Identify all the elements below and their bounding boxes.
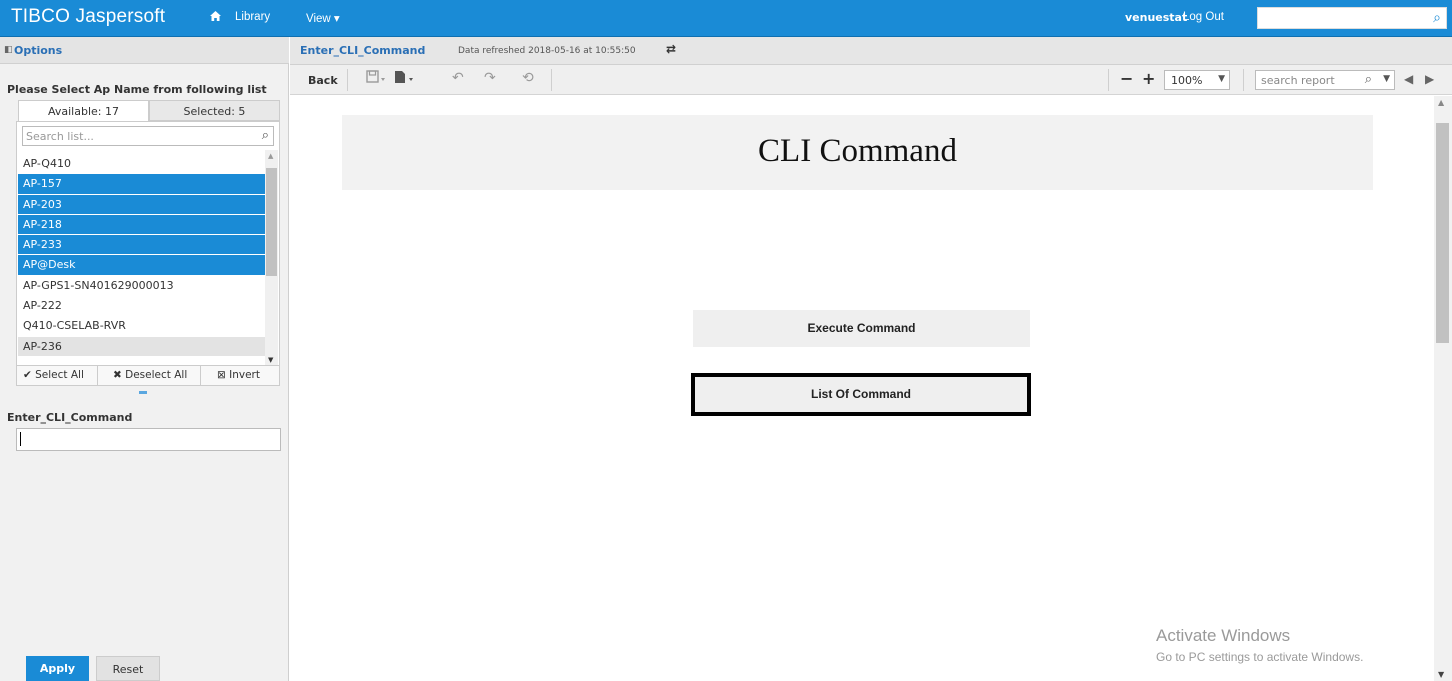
cli-command-label: Enter_CLI_Command: [7, 411, 133, 424]
zoom-select[interactable]: 100% ▼: [1164, 70, 1230, 90]
resize-grip[interactable]: [139, 391, 147, 394]
list-item[interactable]: AP-218: [18, 214, 265, 236]
search-icon[interactable]: ⌕: [1433, 10, 1441, 26]
redo-icon[interactable]: ↷: [484, 70, 496, 86]
list-item[interactable]: AP-236: [18, 336, 265, 357]
watermark-title: Activate Windows: [1156, 626, 1291, 645]
multi-select-list: Search list... ⌕ AP-Q410 AP-157 AP-203 AP-2…: [16, 121, 280, 367]
jaspersoft-logo[interactable]: TIBCO Jaspersoft: [11, 6, 165, 28]
input-control-label: Please Select Ap Name from following lis…: [7, 83, 267, 96]
data-refreshed-text: Data refreshed 2018-05-16 at 10:55:50: [458, 46, 636, 56]
chevron-down-icon[interactable]: ▼: [1218, 74, 1225, 84]
divider: [200, 366, 201, 385]
zoom-in-icon[interactable]: +: [1142, 69, 1155, 88]
invert-button[interactable]: ⊠ Invert: [217, 369, 260, 381]
report-name: Enter_CLI_Command: [300, 44, 426, 57]
report-title-bar: Enter_CLI_Command Data refreshed 2018-05…: [290, 37, 1452, 65]
list-tabs: Available: 17 Selected: 5: [18, 100, 280, 121]
cli-command-input[interactable]: [16, 428, 281, 451]
scroll-up-icon[interactable]: ▲: [268, 152, 273, 160]
divider: [1108, 69, 1109, 91]
global-search-input[interactable]: ⌕: [1257, 7, 1447, 29]
refresh-icon[interactable]: ⇄: [666, 42, 676, 56]
list-item[interactable]: AP-Q410: [18, 154, 265, 175]
divider: [551, 69, 552, 91]
report-search-placeholder: search report: [1261, 74, 1335, 87]
logout-link[interactable]: Log Out: [1183, 11, 1224, 23]
scrollbar-thumb[interactable]: [1436, 123, 1449, 343]
next-result-icon[interactable]: ▶: [1425, 72, 1434, 86]
report-scrollbar[interactable]: ▲ ▼: [1434, 96, 1452, 681]
collapse-icon[interactable]: ◧: [4, 45, 13, 55]
back-button[interactable]: Back: [308, 74, 338, 87]
undo-icon[interactable]: ↶: [452, 70, 464, 86]
tab-available[interactable]: Available: 17: [18, 100, 149, 121]
scroll-down-icon[interactable]: ▼: [268, 356, 273, 364]
options-footer: Apply Reset: [0, 652, 289, 681]
scroll-down-icon[interactable]: ▼: [1438, 670, 1444, 679]
apply-button[interactable]: Apply: [26, 656, 89, 681]
reset-button[interactable]: Reset: [96, 656, 160, 681]
library-link[interactable]: Library: [235, 11, 270, 23]
top-navigation-bar: TIBCO Jaspersoft Library View ▾ venuesta…: [0, 0, 1452, 37]
report-search-input[interactable]: search report ⌕ ▼: [1255, 70, 1395, 90]
export-icon[interactable]: [394, 70, 418, 88]
activate-windows-watermark: Activate Windows Go to PC settings to ac…: [1156, 626, 1363, 664]
options-panel: ◧ Options Please Select Ap Name from fol…: [0, 37, 289, 681]
list-item[interactable]: AP@Desk: [18, 255, 265, 276]
report-heading: CLI Command: [342, 115, 1373, 190]
report-canvas: CLI Command Execute Command List Of Comm…: [290, 96, 1434, 681]
list-items: AP-Q410 AP-157 AP-203 AP-218 AP-233 AP@Desk AP…: [18, 154, 265, 357]
execute-command-button[interactable]: Execute Command: [693, 310, 1030, 347]
options-header[interactable]: ◧ Options: [0, 37, 289, 64]
list-search-placeholder: Search list...: [26, 130, 94, 143]
list-item[interactable]: Q410-CSELAB-RVR: [18, 316, 265, 337]
divider: [347, 69, 348, 91]
deselect-all-button[interactable]: ✖ Deselect All: [113, 369, 187, 381]
zoom-value: 100%: [1171, 74, 1203, 87]
search-icon[interactable]: ⌕: [262, 128, 269, 143]
username-label: venuestat: [1125, 11, 1188, 24]
list-item[interactable]: AP-157: [18, 174, 265, 195]
tab-selected[interactable]: Selected: 5: [149, 100, 280, 121]
report-toolbar: Back ↶ ↷ ⟲ − + 100% ▼ search report ⌕ ▼ …: [290, 65, 1452, 95]
select-all-button[interactable]: ✔ Select All: [23, 369, 84, 381]
list-item[interactable]: AP-GPS1-SN401629000013: [18, 276, 265, 297]
save-icon[interactable]: [366, 70, 388, 88]
list-item[interactable]: AP-222: [18, 296, 265, 317]
home-icon[interactable]: [209, 10, 222, 26]
scroll-up-icon[interactable]: ▲: [1438, 98, 1444, 107]
list-item[interactable]: AP-203: [18, 194, 265, 215]
list-of-command-button[interactable]: List Of Command: [691, 373, 1031, 416]
list-actions: ✔ Select All ✖ Deselect All ⊠ Invert: [16, 365, 280, 386]
undo-all-icon[interactable]: ⟲: [522, 70, 534, 86]
list-item[interactable]: AP-233: [18, 235, 265, 256]
chevron-down-icon[interactable]: ▼: [1383, 74, 1390, 84]
divider: [97, 366, 98, 385]
list-scrollbar[interactable]: ▲ ▼: [265, 150, 278, 366]
list-search-input[interactable]: Search list... ⌕: [22, 126, 274, 146]
text-caret: [20, 432, 21, 446]
zoom-out-icon[interactable]: −: [1120, 69, 1133, 88]
watermark-subtitle: Go to PC settings to activate Windows.: [1156, 650, 1364, 664]
divider: [1243, 69, 1244, 91]
scrollbar-thumb[interactable]: [266, 168, 277, 276]
options-title: Options: [14, 44, 63, 57]
search-icon[interactable]: ⌕: [1365, 72, 1372, 87]
view-menu[interactable]: View ▾: [306, 11, 340, 25]
previous-result-icon[interactable]: ◀: [1404, 72, 1413, 86]
